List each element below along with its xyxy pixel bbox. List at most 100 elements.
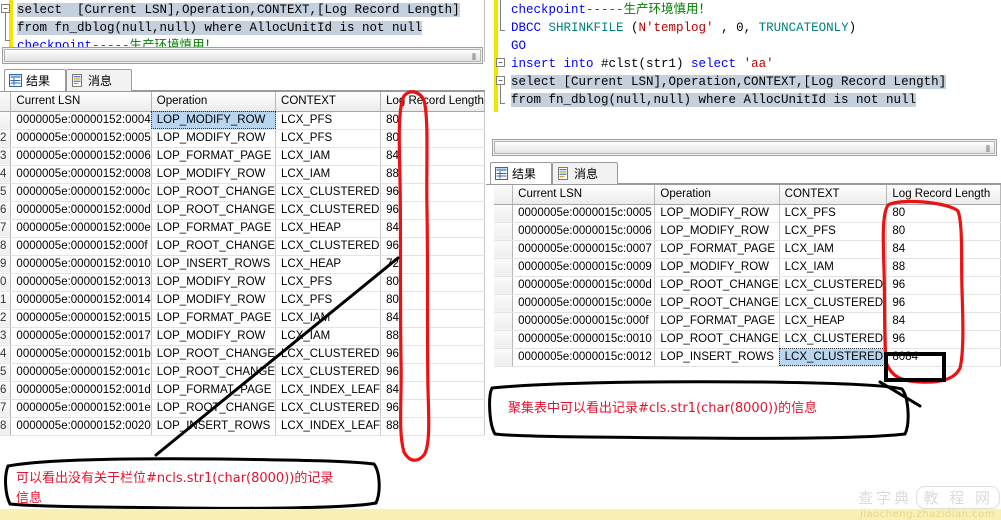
table-row[interactable]: 2 0000005e:00000152:0015 LOP_FORMAT_PAGE LC…: [0, 309, 485, 328]
cell-context[interactable]: LCX_CLUSTERED: [779, 276, 888, 295]
table-row[interactable]: 5 0000005e:00000152:001c LOP_ROOT_CHANGE LC…: [0, 363, 485, 382]
cell-log-record-length[interactable]: 72: [380, 255, 485, 274]
cell-operation[interactable]: LOP_FORMAT_PAGE: [151, 147, 277, 166]
column-header-rownum[interactable]: [0, 92, 12, 112]
cell-log-record-length[interactable]: 88: [380, 417, 485, 436]
left-results-tabstrip[interactable]: 结果 消息: [0, 69, 485, 91]
cell-context[interactable]: LCX_PFS: [779, 204, 888, 223]
cell-current-lsn[interactable]: 0000005e:00000152:0010: [10, 255, 152, 274]
cell-current-lsn[interactable]: 0000005e:0000015c:0007: [512, 240, 656, 259]
cell-current-lsn[interactable]: 0000005e:00000152:0004: [10, 111, 152, 130]
cell-context[interactable]: LCX_CLUSTERED: [275, 201, 382, 220]
cell-log-record-length[interactable]: 88: [380, 165, 485, 184]
cell-log-record-length[interactable]: 8084: [886, 348, 1001, 367]
table-row[interactable]: 4 0000005e:00000152:0008 LOP_MODIFY_ROW LCX…: [0, 165, 485, 184]
row-number-cell[interactable]: [494, 258, 514, 277]
cell-current-lsn[interactable]: 0000005e:00000152:0013: [10, 273, 152, 292]
row-number-cell[interactable]: 3: [0, 147, 12, 166]
table-row[interactable]: 8 0000005e:00000152:000f LOP_ROOT_CHANGE LC…: [0, 237, 485, 256]
cell-operation[interactable]: LOP_MODIFY_ROW: [151, 165, 277, 184]
cell-log-record-length[interactable]: 88: [380, 327, 485, 346]
row-number-cell[interactable]: [494, 240, 514, 259]
collapse-toggle-icon-3[interactable]: −: [496, 76, 505, 85]
cell-current-lsn[interactable]: 0000005e:0000015c:0009: [512, 258, 656, 277]
scrollbar-thumb-right[interactable]: [494, 141, 995, 154]
cell-context[interactable]: LCX_CLUSTERED: [275, 237, 382, 256]
table-row[interactable]: 2 0000005e:00000152:0005 LOP_MODIFY_ROW LCX…: [0, 129, 485, 148]
row-number-cell[interactable]: 6: [0, 381, 12, 400]
cell-current-lsn[interactable]: 0000005e:00000152:000f: [10, 237, 152, 256]
cell-current-lsn[interactable]: 0000005e:00000152:001b: [10, 345, 152, 364]
row-number-cell[interactable]: 2: [0, 309, 12, 328]
cell-operation[interactable]: LOP_FORMAT_PAGE: [151, 309, 277, 328]
column-header[interactable]: Log Record Length: [886, 185, 1001, 205]
cell-operation[interactable]: LOP_ROOT_CHANGE: [151, 345, 277, 364]
cell-operation[interactable]: LOP_ROOT_CHANGE: [151, 363, 277, 382]
cell-log-record-length[interactable]: 88: [886, 258, 1001, 277]
cell-current-lsn[interactable]: 0000005e:00000152:0006: [10, 147, 152, 166]
cell-current-lsn[interactable]: 0000005e:00000152:000c: [10, 183, 152, 202]
table-row[interactable]: 7 0000005e:00000152:001e LOP_ROOT_CHANGE LC…: [0, 399, 485, 418]
cell-log-record-length[interactable]: 84: [380, 381, 485, 400]
table-row[interactable]: 0000005e:0000015c:0006 LOP_MODIFY_ROW LCX_…: [494, 222, 1001, 241]
cell-operation[interactable]: LOP_MODIFY_ROW: [151, 129, 277, 148]
cell-log-record-length[interactable]: 96: [886, 294, 1001, 313]
cell-operation[interactable]: LOP_ROOT_CHANGE: [151, 183, 277, 202]
row-number-cell[interactable]: 5: [0, 363, 12, 382]
cell-context[interactable]: LCX_IAM: [275, 147, 382, 166]
row-number-cell[interactable]: 5: [0, 183, 12, 202]
table-row[interactable]: 0000005e:0000015c:0010 LOP_ROOT_CHANGE LCX…: [494, 330, 1001, 349]
cell-context[interactable]: LCX_CLUSTERED: [779, 294, 888, 313]
cell-log-record-length[interactable]: 80: [380, 129, 485, 148]
cell-current-lsn[interactable]: 0000005e:00000152:000d: [10, 201, 152, 220]
row-number-cell[interactable]: 3: [0, 327, 12, 346]
tab-results-right[interactable]: 结果: [490, 162, 552, 184]
left-editor-hscrollbar-visible[interactable]: ⦀: [2, 47, 483, 64]
cell-operation[interactable]: LOP_ROOT_CHANGE: [151, 237, 277, 256]
tab-messages-right[interactable]: 消息: [552, 162, 618, 184]
row-number-cell[interactable]: 7: [0, 399, 12, 418]
cell-log-record-length[interactable]: 80: [886, 204, 1001, 223]
cell-operation[interactable]: LOP_MODIFY_ROW: [151, 111, 277, 130]
cell-context[interactable]: LCX_HEAP: [779, 312, 888, 331]
cell-context[interactable]: LCX_PFS: [275, 291, 382, 310]
cell-current-lsn[interactable]: 0000005e:00000152:001e: [10, 399, 152, 418]
row-number-cell[interactable]: 7: [0, 219, 12, 238]
column-header[interactable]: CONTEXT: [779, 185, 888, 205]
cell-log-record-length[interactable]: 80: [380, 291, 485, 310]
column-header-rownum[interactable]: [494, 185, 514, 205]
cell-operation[interactable]: LOP_MODIFY_ROW: [151, 291, 277, 310]
cell-context[interactable]: LCX_PFS: [779, 222, 888, 241]
left-results-table[interactable]: Current LSN Operation CONTEXT Log Record Le…: [0, 92, 485, 436]
collapse-toggle-icon[interactable]: −: [1, 4, 10, 13]
row-number-cell[interactable]: 1: [0, 291, 12, 310]
cell-context[interactable]: LCX_PFS: [275, 129, 382, 148]
cell-operation[interactable]: LOP_FORMAT_PAGE: [151, 219, 277, 238]
cell-context[interactable]: LCX_HEAP: [275, 255, 382, 274]
table-row[interactable]: 3 0000005e:00000152:0006 LOP_FORMAT_PAGE LC…: [0, 147, 485, 166]
cell-operation[interactable]: LOP_MODIFY_ROW: [151, 327, 277, 346]
row-number-cell[interactable]: [494, 204, 514, 223]
cell-current-lsn[interactable]: 0000005e:00000152:0008: [10, 165, 152, 184]
column-header[interactable]: Current LSN: [10, 92, 152, 112]
cell-log-record-length[interactable]: 96: [380, 183, 485, 202]
cell-log-record-length[interactable]: 84: [380, 309, 485, 328]
cell-operation[interactable]: LOP_FORMAT_PAGE: [654, 240, 780, 259]
row-number-cell[interactable]: [494, 348, 514, 367]
cell-log-record-length[interactable]: 96: [886, 276, 1001, 295]
cell-current-lsn[interactable]: 0000005e:0000015c:000f: [512, 312, 656, 331]
cell-current-lsn[interactable]: 0000005e:0000015c:0012: [512, 348, 656, 367]
cell-current-lsn[interactable]: 0000005e:00000152:001d: [10, 381, 152, 400]
table-row[interactable]: 0000005e:00000152:0004 LOP_MODIFY_ROW LCX_…: [0, 111, 485, 130]
cell-context[interactable]: LCX_PFS: [275, 111, 382, 130]
row-number-cell[interactable]: 2: [0, 129, 12, 148]
row-number-cell[interactable]: [494, 222, 514, 241]
cell-context[interactable]: LCX_PFS: [275, 273, 382, 292]
table-row[interactable]: 0000005e:0000015c:0005 LOP_MODIFY_ROW LCX_…: [494, 204, 1001, 223]
table-row[interactable]: 6 0000005e:00000152:001d LOP_FORMAT_PAGE LC…: [0, 381, 485, 400]
table-row[interactable]: 5 0000005e:00000152:000c LOP_ROOT_CHANGE LC…: [0, 183, 485, 202]
table-row[interactable]: 0000005e:0000015c:000d LOP_ROOT_CHANGE LCX…: [494, 276, 1001, 295]
right-query-editor[interactable]: − − checkpoint-----生产环境慎用！ DBCC SHRINKFIL…: [486, 0, 1001, 112]
cell-operation[interactable]: LOP_ROOT_CHANGE: [151, 399, 277, 418]
cell-operation[interactable]: LOP_MODIFY_ROW: [654, 204, 780, 223]
